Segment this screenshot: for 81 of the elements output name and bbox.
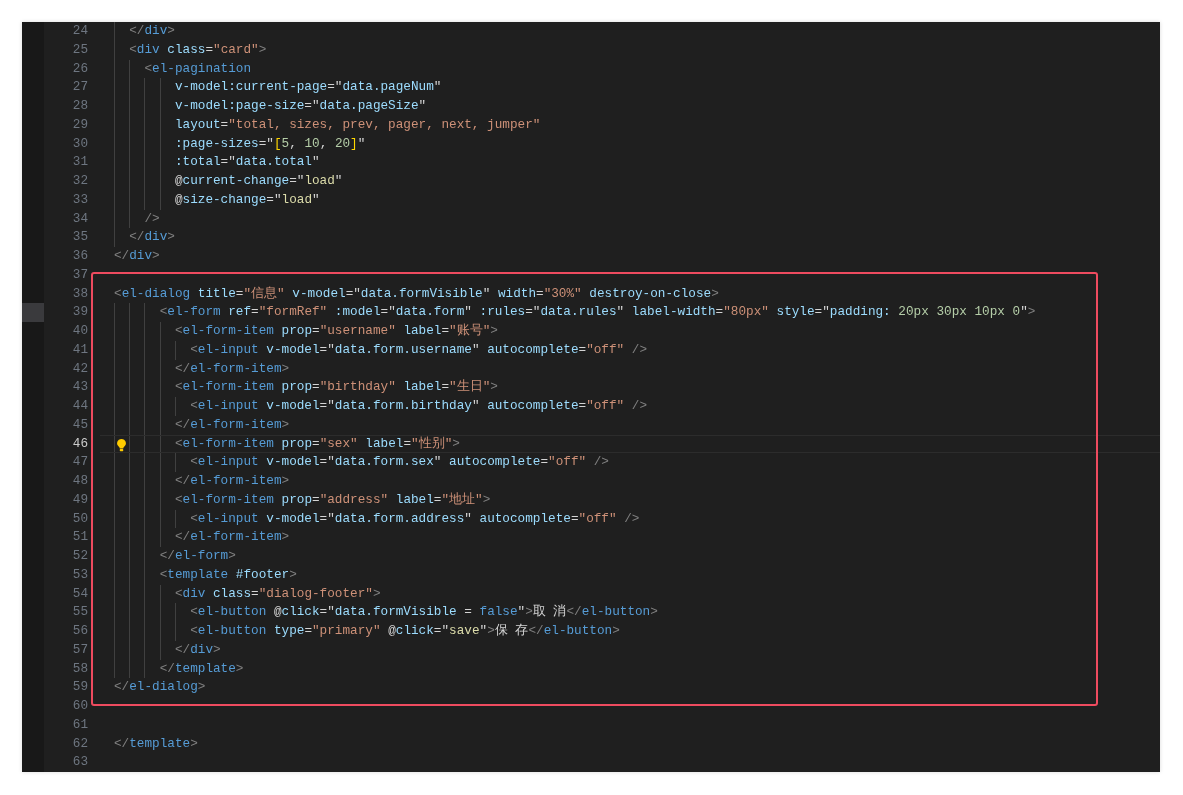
code-line: <el-button @click="data.formVisible = false">取 消</el-button>: [190, 603, 658, 622]
code-line: <el-button type="primary" @click="save">保 存</el-button>: [190, 622, 620, 640]
line-number: 42: [72, 359, 88, 378]
code-line: <el-form-item prop="sex" label="性别">: [174, 434, 460, 453]
line-number: 32: [72, 172, 88, 190]
code-line: <div class="dialog-footer">: [174, 584, 381, 603]
line-number: 55: [72, 603, 88, 622]
code-line: </template>: [159, 659, 244, 678]
line-number: 36: [72, 247, 88, 265]
code-line: <el-form-item prop="birthday" label="生日">: [174, 378, 498, 397]
code-line: <el-form-item prop="address" label="地址">: [174, 490, 491, 509]
line-number: 46: [72, 434, 88, 453]
line-number: 45: [72, 415, 88, 434]
line-number: 28: [72, 97, 88, 115]
indent-guide: [174, 397, 176, 416]
line-number: 39: [72, 303, 88, 322]
code-line: <el-pagination: [144, 59, 252, 78]
code-line: <el-form-item prop="username" label="账号">: [174, 322, 498, 340]
code-line: <div class="card">: [129, 40, 267, 59]
code-line: </div>: [129, 228, 175, 247]
code-line: <el-dialog title="信息" v-model="data.formVisible" width="30%" destroy-on-close>: [114, 284, 719, 303]
code-line: @current-change="load": [174, 172, 343, 190]
code-line: <template #footer>: [159, 565, 297, 584]
line-number: 60: [72, 697, 88, 715]
line-number: 40: [72, 322, 88, 340]
line-number: 59: [72, 678, 88, 697]
line-number: 50: [72, 509, 88, 528]
code-line: />: [144, 209, 160, 228]
line-number: 57: [72, 640, 88, 659]
line-number: 62: [72, 734, 88, 753]
line-number: 54: [72, 584, 88, 603]
line-number: 30: [72, 134, 88, 153]
line-number: 27: [72, 78, 88, 97]
line-number: 29: [72, 115, 88, 134]
code-line: </el-form-item>: [174, 359, 290, 378]
line-number: 26: [72, 59, 88, 78]
line-number: 38: [72, 284, 88, 303]
code-line: v-model:current-page="data.pageNum": [174, 78, 442, 97]
line-number: 47: [72, 453, 88, 472]
line-number: 24: [72, 22, 88, 40]
line-number: 44: [72, 397, 88, 415]
code-line: </el-form-item>: [174, 415, 290, 434]
code-line: <el-input v-model="data.form.username" autocomplete="off" />: [190, 340, 648, 359]
line-number: 49: [72, 490, 88, 509]
line-number: 41: [72, 340, 88, 359]
code-line: </div>: [174, 640, 221, 659]
code-line: <el-input v-model="data.form.address" autocomplete="off" />: [190, 509, 640, 528]
code-line: </el-form-item>: [174, 472, 290, 490]
line-number: 33: [72, 190, 88, 209]
code-line: </el-form-item>: [174, 528, 290, 547]
line-number: 37: [72, 265, 88, 284]
code-line: </div>: [114, 247, 160, 265]
code-line: </el-dialog>: [114, 678, 206, 697]
line-number: 56: [72, 622, 88, 640]
lightbulb-icon[interactable]: [116, 437, 127, 452]
code-line: :page-sizes="[5, 10, 20]": [174, 134, 366, 153]
code-line: @size-change="load": [174, 190, 320, 209]
indent-guide: [174, 509, 176, 529]
line-number: 25: [72, 40, 88, 59]
indent-guide: [174, 340, 176, 360]
line-number: 35: [72, 228, 88, 247]
line-number: 52: [72, 547, 88, 565]
line-number: 48: [72, 472, 88, 490]
line-number: 58: [72, 659, 88, 678]
code-line: <el-input v-model="data.form.birthday" autocomplete="off" />: [190, 397, 648, 415]
code-line: v-model:page-size="data.pageSize": [174, 97, 427, 115]
code-line: </template>: [114, 734, 198, 753]
line-number: 31: [72, 153, 88, 172]
code-line: :total="data.total": [174, 153, 320, 172]
line-number: 61: [72, 715, 88, 734]
code-line: <el-form ref="formRef" :model="data.form" :rules="data.rules" label-width="80px" style="padding: 20px 30px 10px 0">: [159, 303, 1036, 322]
code-line: </div>: [129, 22, 175, 40]
code-line: layout="total, sizes, prev, pager, next, jumper": [174, 115, 541, 134]
line-number: 34: [72, 209, 88, 228]
line-number: 53: [72, 565, 88, 584]
indent-guide: [174, 453, 176, 472]
line-number: 43: [72, 378, 88, 397]
line-number: 51: [72, 528, 88, 547]
code-line: <el-input v-model="data.form.sex" autocomplete="off" />: [190, 453, 609, 472]
code-line: </el-form>: [159, 547, 236, 565]
line-number: 63: [72, 753, 88, 772]
